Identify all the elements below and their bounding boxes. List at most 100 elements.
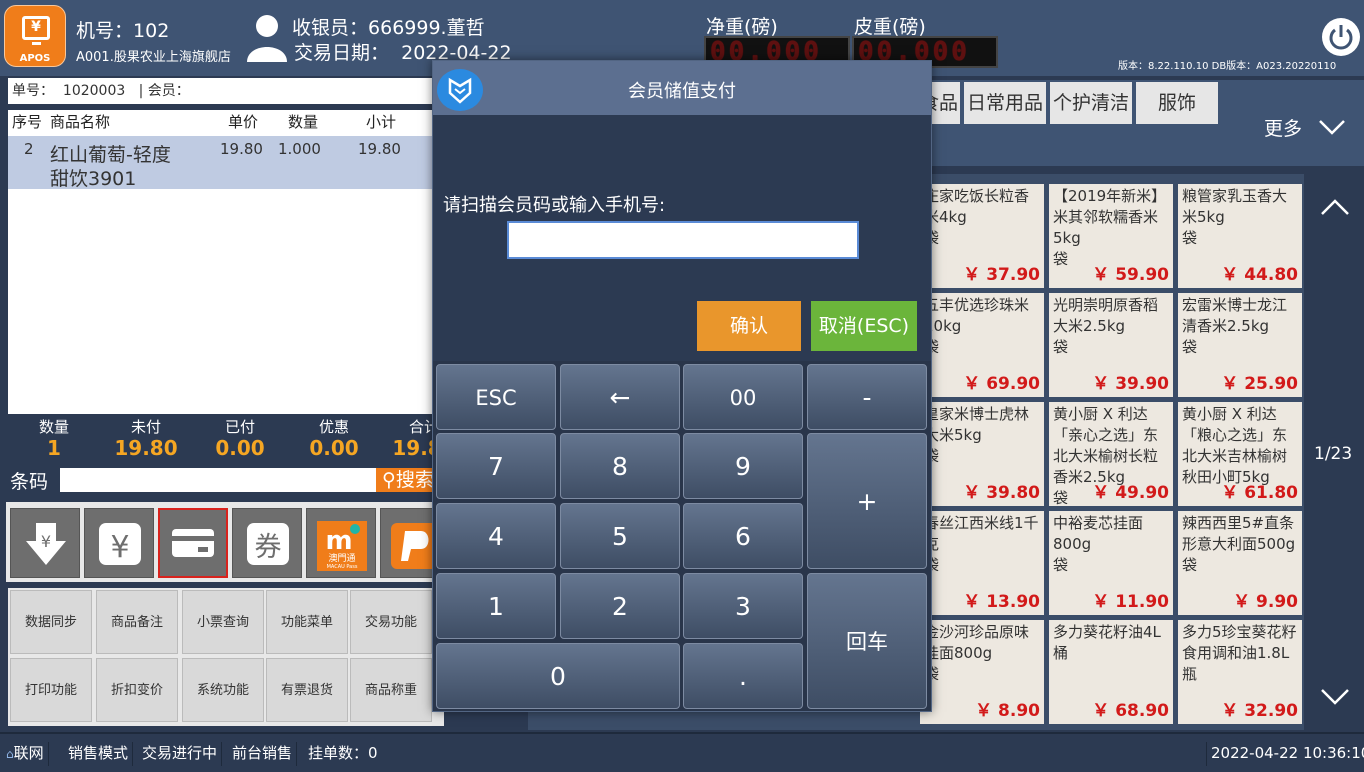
product-card[interactable]: 多力葵花籽油4L 桶 ￥ 68.90 (1049, 620, 1173, 724)
product-note-button[interactable]: 商品备注 (96, 590, 178, 654)
logo-label: APOS (19, 53, 51, 64)
dialog-title: 会员储值支付 (628, 81, 736, 102)
status-bar: ⌂联网 销售模式 交易进行中 前台销售 挂单数：0 2022-04-22 10:… (0, 732, 1364, 772)
col-qty: 数量 (288, 113, 319, 131)
receipt-query-button[interactable]: 小票查询 (182, 590, 264, 654)
key-4[interactable]: 4 (436, 503, 556, 569)
key-enter[interactable]: 回车 (807, 573, 927, 709)
page-down-button[interactable] (1320, 688, 1350, 710)
col-seq: 序号 (12, 113, 43, 131)
product-card[interactable]: 五丰优选珍珠米10kg袋￥ 69.90 (920, 293, 1044, 397)
order-no-label: 单号： (12, 83, 54, 99)
product-card[interactable]: 多力5珍宝葵花籽食用调和油1.8L 瓶 ￥ 32.90 (1178, 620, 1302, 724)
more-categories-button[interactable]: 更多 (1264, 114, 1346, 141)
key-5[interactable]: 5 (560, 503, 680, 569)
product-card[interactable]: 粮管家乳玉香大米5kg 袋 ￥ 44.80 (1178, 184, 1302, 288)
barcode-label: 条码 (10, 471, 49, 493)
table-row[interactable]: 2 红山葡萄-轻度 甜饮3901 19.80 1.000 19.80 (8, 136, 444, 190)
category-tab-care[interactable]: 个护清洁 (1050, 82, 1132, 124)
trade-function-button[interactable]: 交易功能 (350, 590, 432, 654)
paid-label: 已付 (224, 418, 255, 436)
category-bar: 食品 日常用品 个护清洁 服饰 更多 (928, 80, 1364, 166)
page-up-button[interactable] (1320, 198, 1350, 220)
product-card[interactable]: 金沙河珍品原味挂面800g袋￥ 8.90 (920, 620, 1044, 724)
order-table-header: 序号 商品名称 单价 数量 小计 (8, 110, 444, 134)
product-card[interactable]: 黄小厨 X 利达「粮心之选」东北大米吉林榆树秋田小町5kg ￥ 61.80 (1178, 402, 1302, 506)
key-0[interactable]: 0 (436, 643, 680, 709)
product-card[interactable]: 皇家米博士虎林大米5kg袋￥ 39.80 (920, 402, 1044, 506)
key-1[interactable]: 1 (436, 573, 556, 639)
power-button[interactable] (1322, 18, 1360, 56)
card-pay-button[interactable] (158, 508, 228, 578)
chevron-up-icon (1321, 199, 1349, 215)
confirm-button[interactable]: 确认 (697, 301, 801, 351)
member-prompt: 请扫描会员码或输入手机号: (443, 195, 666, 216)
svg-text:券: 券 (255, 532, 282, 563)
svg-text:澳門通: 澳門通 (328, 552, 355, 564)
key-plus[interactable]: + (807, 433, 927, 569)
key-6[interactable]: 6 (683, 503, 803, 569)
key-9[interactable]: 9 (683, 433, 803, 499)
apos-logo: ¥ APOS (4, 5, 66, 67)
macau-pass-icon: m澳門通MACAU Pass (317, 521, 367, 571)
cancel-button[interactable]: 取消(ESC) (811, 301, 917, 351)
cash-pay-button[interactable]: ¥ (84, 508, 154, 578)
key-dot[interactable]: . (683, 643, 803, 709)
col-subtotal: 小计 (366, 113, 397, 131)
row-name-2: 甜饮3901 (50, 168, 137, 190)
unpaid-label: 未付 (130, 418, 161, 436)
product-card[interactable]: 光明崇明原香稻大米2.5kg 袋 ￥ 39.90 (1049, 293, 1173, 397)
macau-pass-button[interactable]: m 澳門通 MACAU Pass (306, 508, 376, 578)
network-status: ⌂联网 (2, 742, 49, 766)
print-function-button[interactable]: 打印功能 (10, 658, 92, 722)
row-subtotal: 19.80 (358, 140, 401, 158)
category-tab-daily[interactable]: 日常用品 (964, 82, 1046, 124)
coupon-button[interactable]: 券 (232, 508, 302, 578)
machine-number: 机号：102 (76, 20, 170, 42)
function-menu-button[interactable]: 功能菜单 (266, 590, 348, 654)
channel-status: 前台销售 (228, 742, 298, 766)
key-2[interactable]: 2 (560, 573, 680, 639)
net-weight-label: 净重(磅) (706, 16, 778, 38)
discount-price-button[interactable]: 折扣变价 (96, 658, 178, 722)
key-minus[interactable]: - (807, 364, 927, 430)
product-card[interactable]: 黄小厨 X 利达「亲心之选」东北大米榆树长粒香米2.5kg 袋 ￥ 49.90 (1049, 402, 1173, 506)
key-8[interactable]: 8 (560, 433, 680, 499)
dialog-title-bar: 会员储值支付 (433, 61, 931, 115)
power-icon (1329, 25, 1353, 50)
key-3[interactable]: 3 (683, 573, 803, 639)
key-esc[interactable]: ESC (436, 364, 556, 430)
product-card[interactable]: 中裕麦芯挂面800g 袋 ￥ 11.90 (1049, 511, 1173, 615)
key-00[interactable]: 00 (683, 364, 803, 430)
col-name: 商品名称 (50, 113, 111, 131)
product-card[interactable]: 春丝江西米线1千克袋￥ 13.90 (920, 511, 1044, 615)
weigh-button[interactable]: 商品称重 (350, 658, 432, 722)
chevron-down-icon (1321, 689, 1349, 705)
product-card[interactable]: 宏雷米博士龙江清香米2.5kg 袋 ￥ 25.90 (1178, 293, 1302, 397)
data-sync-button[interactable]: 数据同步 (10, 590, 92, 654)
category-tab-food[interactable]: 食品 (928, 82, 960, 124)
svg-text:m: m (325, 526, 352, 556)
row-price: 19.80 (220, 140, 263, 158)
discount-label: 优惠 (318, 418, 349, 436)
discount-value: 0.00 (309, 436, 359, 460)
chevron-down-icon (1319, 120, 1345, 135)
order-table-body: 2 红山葡萄-轻度 甜饮3901 19.80 1.000 19.80 (8, 134, 444, 414)
order-no: 1020003 (62, 83, 126, 99)
download-pay-button[interactable]: ¥ (10, 508, 80, 578)
product-card[interactable]: 庄家吃饭长粒香米4kg袋￥ 37.90 (920, 184, 1044, 288)
version-info: 版本：8.22.110.10 DB版本：A023.20220110 (1118, 61, 1337, 72)
barcode-input[interactable] (60, 468, 376, 492)
category-tab-clothing[interactable]: 服饰 (1136, 82, 1218, 124)
member-code-input[interactable] (507, 221, 859, 259)
page-indicator: 1/23 (1314, 444, 1353, 464)
key-7[interactable]: 7 (436, 433, 556, 499)
row-seq: 2 (24, 140, 34, 158)
tare-weight-label: 皮重(磅) (854, 16, 926, 38)
key-backspace[interactable]: ← (560, 364, 680, 430)
system-function-button[interactable]: 系统功能 (182, 658, 264, 722)
return-button[interactable]: 有票退货 (266, 658, 348, 722)
product-card[interactable]: 【2019年新米】米其邻软糯香米5kg 袋 ￥ 59.90 (1049, 184, 1173, 288)
product-card[interactable]: 辣西西里5#直条形意大利面500g 袋 ￥ 9.90 (1178, 511, 1302, 615)
payment-toolbar: ¥ ¥ 券 m 澳門通 MACAU Pass (6, 502, 446, 582)
